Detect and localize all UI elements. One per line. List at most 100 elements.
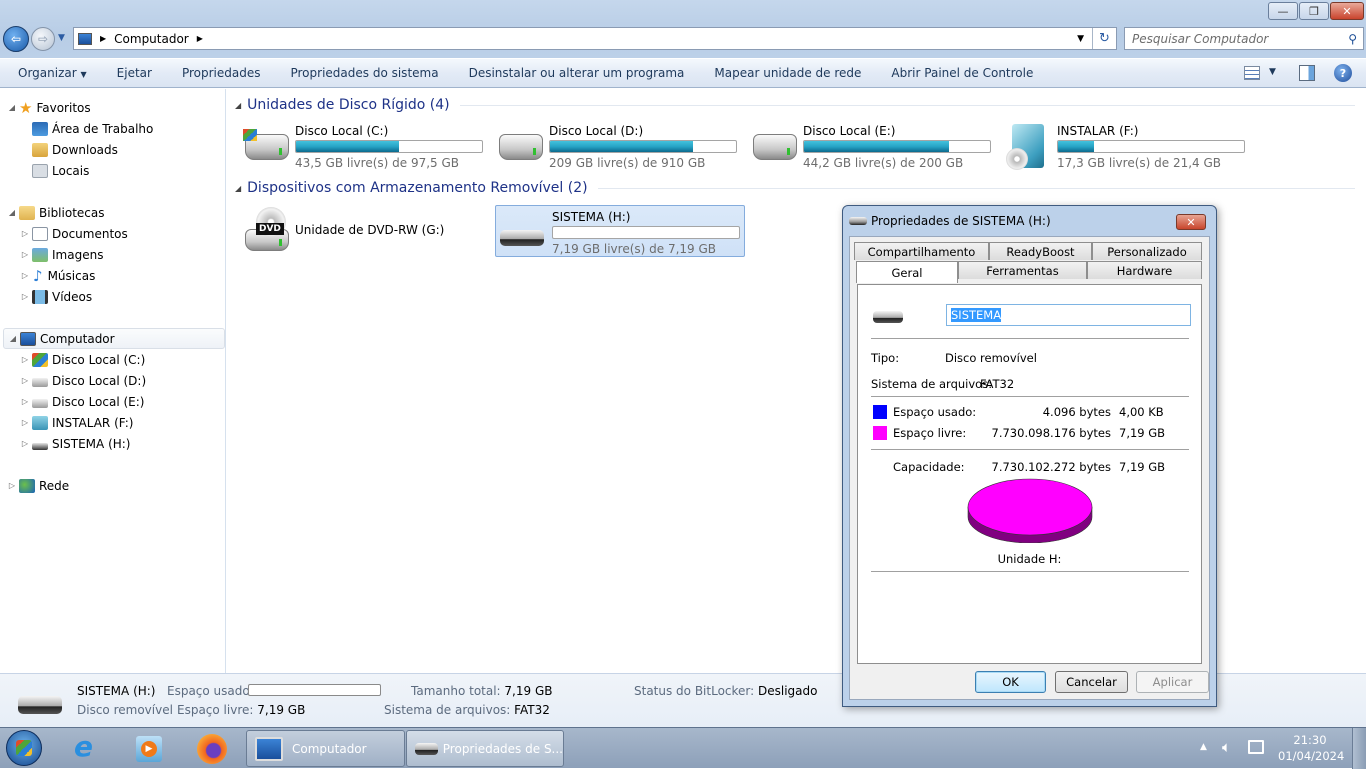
dialog-close-button[interactable]: ✕ bbox=[1176, 214, 1206, 230]
nav-downloads[interactable]: Downloads bbox=[30, 139, 118, 160]
start-button[interactable] bbox=[6, 730, 42, 766]
breadcrumb-computador[interactable]: Computador bbox=[114, 32, 189, 46]
nav-computador[interactable]: ◢ Computador bbox=[3, 328, 225, 349]
forward-button[interactable]: ⇨ bbox=[31, 27, 55, 51]
tab-hardware[interactable]: Hardware bbox=[1087, 261, 1202, 279]
clock-time: 21:30 bbox=[1293, 733, 1327, 747]
ok-button[interactable]: OK bbox=[975, 671, 1046, 693]
tab-compartilhamento[interactable]: Compartilhamento bbox=[854, 242, 989, 260]
search-input[interactable]: Pesquisar Computador ⚲ bbox=[1124, 27, 1364, 50]
change-view-icon[interactable] bbox=[1244, 66, 1260, 80]
collapse-arrow-icon[interactable]: ◢ bbox=[235, 101, 241, 110]
show-desktop-button[interactable] bbox=[1352, 728, 1366, 769]
preview-pane-icon[interactable] bbox=[1299, 65, 1315, 81]
recent-pages-dropdown[interactable]: ▼ bbox=[58, 33, 65, 43]
nav-imagens[interactable]: ▷ Imagens bbox=[20, 244, 103, 265]
nav-documentos[interactable]: ▷ Documentos bbox=[20, 223, 128, 244]
taskbar-propriedades[interactable]: Propriedades de S... bbox=[406, 730, 564, 767]
drive-tile-f[interactable]: INSTALAR (F:) 17,3 GB livre(s) de 21,4 G… bbox=[1004, 120, 1254, 172]
nav-drive-f[interactable]: ▷ INSTALAR (F:) bbox=[20, 412, 133, 433]
nav-area-de-trabalho[interactable]: Área de Trabalho bbox=[30, 118, 153, 139]
expand-arrow-icon[interactable]: ▷ bbox=[20, 271, 30, 280]
expand-arrow-icon[interactable]: ▷ bbox=[20, 229, 30, 238]
usb-drive-icon bbox=[500, 230, 544, 246]
group-removable[interactable]: ◢ Dispositivos com Armazenamento Removív… bbox=[235, 180, 1355, 196]
internet-explorer-icon[interactable]: e bbox=[74, 732, 93, 762]
drive-name: Disco Local (C:) bbox=[295, 124, 389, 138]
expand-arrow-icon[interactable]: ▷ bbox=[20, 397, 30, 406]
breadcrumb-chevron-icon[interactable]: ▶ bbox=[197, 34, 203, 43]
tab-personalizado[interactable]: Personalizado bbox=[1092, 242, 1202, 260]
properties-button[interactable]: Propriedades bbox=[167, 66, 276, 80]
collapse-arrow-icon[interactable]: ◢ bbox=[7, 208, 17, 217]
expand-arrow-icon[interactable]: ▷ bbox=[7, 481, 17, 490]
tab-ferramentas[interactable]: Ferramentas bbox=[958, 261, 1087, 279]
drive-tile-e[interactable]: Disco Local (E:) 44,2 GB livre(s) de 200… bbox=[750, 120, 1000, 172]
type-label: Tipo: bbox=[871, 351, 900, 365]
view-options-dropdown[interactable]: ▼ bbox=[1269, 67, 1276, 77]
uninstall-program-button[interactable]: Desinstalar ou alterar um programa bbox=[454, 66, 700, 80]
network-status-icon[interactable] bbox=[1248, 740, 1264, 754]
free-space-bytes: 7.730.098.176 bytes bbox=[991, 426, 1111, 440]
clock[interactable]: 21:30 01/04/2024 bbox=[1278, 733, 1344, 763]
nav-videos[interactable]: ▷ Vídeos bbox=[20, 286, 92, 307]
volume-icon[interactable]: 🔈︎ bbox=[1222, 738, 1231, 756]
drive-tile-g[interactable]: DVD Unidade de DVD-RW (G:) bbox=[242, 205, 492, 257]
close-button[interactable]: ✕ bbox=[1330, 2, 1364, 20]
system-properties-button[interactable]: Propriedades do sistema bbox=[275, 66, 453, 80]
drive-tile-d[interactable]: Disco Local (D:) 209 GB livre(s) de 910 … bbox=[496, 120, 746, 172]
nav-drive-d[interactable]: ▷ Disco Local (D:) bbox=[20, 370, 146, 391]
drive-usage-fill bbox=[1058, 141, 1094, 152]
address-bar[interactable]: ▶ Computador ▶ ▼ ↻ bbox=[73, 27, 1117, 50]
expand-arrow-icon[interactable]: ▷ bbox=[20, 355, 30, 364]
drive-tile-h[interactable]: SISTEMA (H:) 7,19 GB livre(s) de 7,19 GB bbox=[495, 205, 745, 257]
map-network-drive-button[interactable]: Mapear unidade de rede bbox=[699, 66, 876, 80]
drive-name: Unidade de DVD-RW (G:) bbox=[295, 223, 445, 237]
nav-rede[interactable]: ▷ Rede bbox=[7, 475, 69, 496]
firefox-icon[interactable] bbox=[197, 734, 227, 764]
tab-readyboost[interactable]: ReadyBoost bbox=[989, 242, 1092, 260]
cancel-button[interactable]: Cancelar bbox=[1055, 671, 1128, 693]
eject-button[interactable]: Ejetar bbox=[102, 66, 167, 80]
free-space-label: Espaço livre: bbox=[893, 426, 967, 440]
drive-usage-bar bbox=[549, 140, 737, 153]
minimize-button[interactable]: — bbox=[1268, 2, 1298, 20]
expand-arrow-icon[interactable]: ▷ bbox=[20, 250, 30, 259]
drive-name: SISTEMA (H:) bbox=[552, 210, 631, 224]
back-button[interactable]: ⇦ bbox=[3, 26, 29, 52]
nav-drive-c[interactable]: ▷ Disco Local (C:) bbox=[20, 349, 145, 370]
apply-button[interactable]: Aplicar bbox=[1136, 671, 1209, 693]
organize-menu[interactable]: Organizar ▼ bbox=[0, 66, 102, 80]
address-dropdown-icon[interactable]: ▼ bbox=[1077, 34, 1084, 44]
tab-geral[interactable]: Geral bbox=[856, 261, 958, 283]
nav-bibliotecas[interactable]: ◢ Bibliotecas bbox=[7, 202, 104, 223]
nav-favoritos[interactable]: ◢ ★ Favoritos bbox=[7, 97, 91, 118]
drive-tile-c[interactable]: Disco Local (C:) 43,5 GB livre(s) de 97,… bbox=[242, 120, 492, 172]
help-icon[interactable]: ? bbox=[1334, 64, 1352, 82]
details-usage-bar bbox=[248, 684, 381, 696]
expand-arrow-icon[interactable]: ▷ bbox=[20, 376, 30, 385]
media-player-icon[interactable]: ▶ bbox=[136, 736, 162, 762]
maximize-button[interactable]: ❐ bbox=[1299, 2, 1329, 20]
nav-drive-e[interactable]: ▷ Disco Local (E:) bbox=[20, 391, 145, 412]
drive-space-info: 209 GB livre(s) de 910 GB bbox=[549, 156, 706, 170]
drive-usage-bar bbox=[552, 226, 740, 239]
show-hidden-icons-button[interactable]: ▲ bbox=[1200, 742, 1207, 752]
nav-locais[interactable]: Locais bbox=[30, 160, 89, 181]
collapse-arrow-icon[interactable]: ◢ bbox=[7, 103, 17, 112]
separator bbox=[871, 571, 1189, 572]
expand-arrow-icon[interactable]: ▷ bbox=[20, 292, 30, 301]
group-hard-disks[interactable]: ◢ Unidades de Disco Rígido (4) bbox=[235, 97, 1355, 113]
volume-name-input[interactable]: SISTEMA bbox=[946, 304, 1191, 326]
refresh-button[interactable]: ↻ bbox=[1092, 28, 1116, 49]
nav-musicas[interactable]: ▷ ♪ Músicas bbox=[20, 265, 95, 286]
expand-arrow-icon[interactable]: ▷ bbox=[20, 439, 30, 448]
collapse-arrow-icon[interactable]: ◢ bbox=[235, 184, 241, 193]
command-bar: Organizar ▼ Ejetar Propriedades Propried… bbox=[0, 58, 1366, 88]
collapse-arrow-icon[interactable]: ◢ bbox=[8, 334, 18, 343]
breadcrumb-separator-icon[interactable]: ▶ bbox=[100, 34, 106, 43]
taskbar-computador[interactable]: Computador bbox=[246, 730, 405, 767]
expand-arrow-icon[interactable]: ▷ bbox=[20, 418, 30, 427]
nav-drive-h[interactable]: ▷ SISTEMA (H:) bbox=[20, 433, 131, 454]
open-control-panel-button[interactable]: Abrir Painel de Controle bbox=[876, 66, 1048, 80]
